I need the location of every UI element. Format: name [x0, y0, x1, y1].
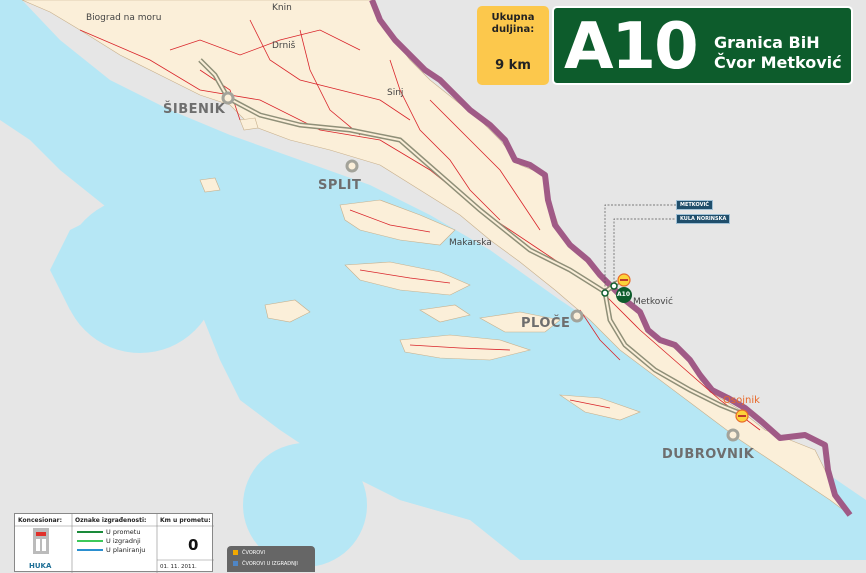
place-metkovic: Metković — [633, 297, 674, 307]
total-length-box: Ukupna duljina: 9 km — [477, 6, 549, 85]
legend-junction-construction-label: ČVOROVI U IZGRADNJI — [242, 561, 298, 567]
place-dubrovnik: DUBROVNIK — [662, 447, 755, 462]
place-sinj: Sinj — [387, 88, 404, 98]
border-crossing-bar — [620, 279, 628, 281]
place-makarska: Makarska — [449, 238, 492, 248]
legend-junction-label: ČVOROVI — [242, 550, 265, 556]
a10-marker-label: A10 — [617, 291, 630, 298]
legend-junctions: ČVOROVI ČVOROVI U IZGRADNJI — [227, 546, 315, 572]
tag-kula-norinska: KULA NORINSKA — [676, 214, 731, 224]
junction-square-icon — [233, 550, 238, 555]
place-split: SPLIT — [318, 178, 362, 193]
legend-junction-item: ČVOROVI — [233, 550, 265, 556]
junction-kula-norinska — [610, 282, 618, 290]
route-start: Granica BiH — [714, 33, 820, 52]
legend-panel: Koncesionar: Oznake izgrađenosti: Km u p… — [14, 513, 214, 573]
node-dubrovnik — [726, 428, 740, 442]
total-length-value: 9 km — [495, 58, 531, 73]
motorway-code: A10 — [564, 10, 699, 84]
place-osojnik: Osojnik — [723, 395, 760, 406]
tag-metkovic: METKOVIĆ — [676, 200, 713, 210]
border-crossing-osojnik-bar — [738, 415, 746, 417]
huka-logo-text: HUKA — [29, 562, 52, 570]
place-knin: Knin — [272, 3, 292, 13]
legend-junction-construction-item: ČVOROVI U IZGRADNJI — [233, 561, 298, 567]
map-canvas[interactable] — [0, 0, 866, 572]
place-sibenik: ŠIBENIK — [163, 102, 226, 117]
legend-status-open: U prometu — [106, 528, 141, 536]
node-ploce — [570, 309, 584, 323]
motorway-sign: A10 Granica BiH Čvor Metković — [552, 6, 853, 85]
junction-construction-square-icon — [233, 561, 238, 566]
total-length-label: Ukupna duljina: — [491, 12, 535, 35]
place-biograd: Biograd na moru — [86, 13, 162, 23]
place-drnis: Drniš — [272, 41, 296, 51]
legend-date: 01. 11. 2011. — [160, 564, 197, 570]
legend-bar-construction — [77, 540, 103, 542]
route-end: Čvor Metković — [714, 53, 842, 72]
junction-metkovic — [601, 289, 609, 297]
legend-bar-planned — [77, 549, 103, 551]
legend-status-planned: U planiranju — [106, 546, 146, 554]
legend-bar-open — [77, 531, 103, 533]
legend-status-construction: U izgradnji — [106, 537, 141, 545]
concessionaire-logo-icon — [33, 528, 49, 554]
km-in-traffic-value: 0 — [188, 536, 199, 554]
node-split — [345, 159, 359, 173]
place-ploce: PLOČE — [521, 316, 571, 331]
